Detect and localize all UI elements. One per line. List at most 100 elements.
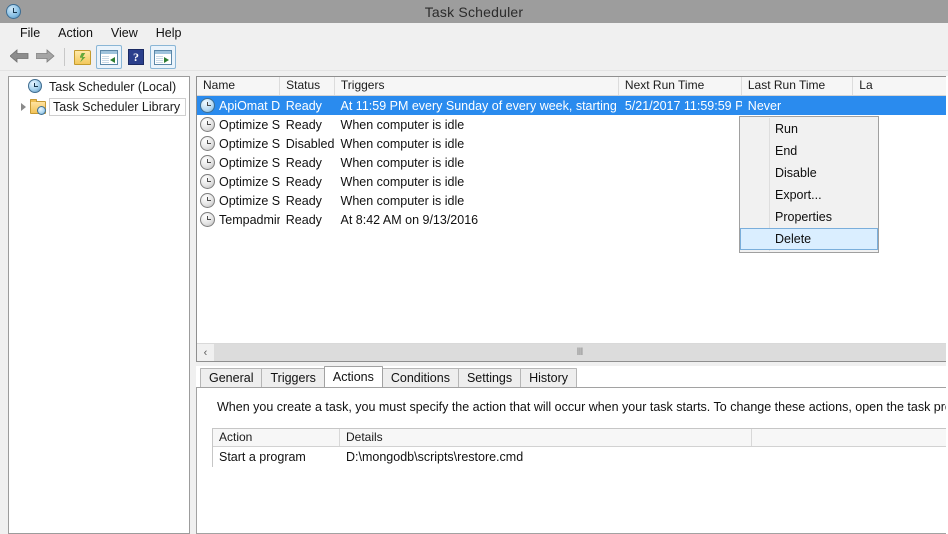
tab-general[interactable]: General [200, 368, 263, 387]
column-header-last-run-time[interactable]: Last Run Time [742, 77, 854, 95]
properties-button[interactable] [70, 46, 94, 68]
menu-action[interactable]: Action [49, 24, 102, 43]
cell-name: Tempadmin [197, 212, 280, 227]
clock-icon [28, 79, 44, 95]
context-menu-item-disable[interactable]: Disable [740, 162, 878, 184]
cell-status: Ready [285, 212, 322, 227]
context-menu-item-run[interactable]: Run [740, 118, 878, 140]
cell-triggers: When computer is idle [340, 174, 465, 189]
column-header-triggers[interactable]: Triggers [335, 77, 619, 95]
cell-triggers: When computer is idle [340, 193, 465, 208]
cell-triggers: At 8:42 AM on 9/13/2016 [340, 212, 479, 227]
cell-name: ApiOmat DB... [197, 98, 280, 113]
help-button[interactable]: ? [124, 46, 148, 68]
task-name-text: Optimize Sta... [219, 174, 280, 189]
cell-name: Optimize Sta... [197, 193, 280, 208]
show-action-pane-button[interactable] [150, 45, 176, 69]
toolbar-separator [64, 48, 65, 66]
context-menu-item-properties[interactable]: Properties [740, 206, 878, 228]
task-name-text: ApiOmat DB... [219, 98, 280, 113]
column-header-name[interactable]: Name [197, 77, 281, 95]
column-header-status[interactable]: Status [280, 77, 335, 95]
context-menu: Run End Disable Export... Properties Del… [739, 116, 879, 253]
back-button[interactable] [7, 46, 31, 68]
cell-next-run: 5/21/2017 11:59:59 PM [624, 98, 742, 113]
actions-column-header-filler[interactable] [752, 429, 947, 446]
task-scheduler-window: Task Scheduler File Action View Help ? T… [0, 0, 948, 534]
column-header-next-run-time[interactable]: Next Run Time [619, 77, 742, 95]
forward-button[interactable] [33, 46, 57, 68]
task-clock-icon [200, 117, 215, 132]
menu-help[interactable]: Help [147, 24, 191, 43]
action-pane-icon [154, 49, 172, 65]
cell-triggers: When computer is idle [340, 117, 465, 132]
actions-table: Action Details Start a program D:\mongod… [212, 428, 947, 467]
cell-name: Optimize Sta... [197, 155, 280, 170]
tab-history[interactable]: History [520, 368, 578, 387]
tree-child-expander[interactable] [17, 103, 30, 111]
tree-root-label: Task Scheduler (Local) [49, 80, 177, 94]
tab-triggers[interactable]: Triggers [261, 368, 325, 387]
task-clock-icon [200, 193, 215, 208]
cell-status: Ready [285, 155, 322, 170]
cell-triggers: When computer is idle [340, 136, 465, 151]
left-arrow-icon [8, 48, 29, 66]
cell-status: Ready [285, 174, 322, 189]
task-name-text: Optimize Sta... [219, 136, 280, 151]
show-console-tree-button[interactable] [96, 45, 122, 69]
cell-last-run: Never [747, 98, 782, 113]
menu-view[interactable]: View [102, 24, 147, 43]
context-menu-item-delete[interactable]: Delete [740, 228, 878, 250]
scrollbar-thumb[interactable]: Ⅲ [214, 344, 947, 361]
properties-icon [73, 49, 91, 65]
actions-table-header: Action Details [213, 429, 947, 447]
task-clock-icon [200, 155, 215, 170]
context-menu-item-end[interactable]: End [740, 140, 878, 162]
actions-column-header-action[interactable]: Action [213, 429, 340, 446]
right-arrow-icon [35, 48, 55, 66]
tab-settings[interactable]: Settings [457, 368, 522, 387]
cell-triggers: When computer is idle [340, 155, 465, 170]
actions-tab-content: When you create a task, you must specify… [196, 387, 948, 534]
task-clock-icon [200, 174, 215, 189]
task-list-horizontal-scrollbar[interactable]: ‹ Ⅲ [197, 343, 947, 361]
scrollbar-track[interactable]: Ⅲ [214, 344, 947, 361]
actions-table-row[interactable]: Start a program D:\mongodb\scripts\resto… [213, 447, 947, 467]
task-clock-icon [200, 136, 215, 151]
cell-status: Ready [285, 117, 322, 132]
tree-item-task-scheduler-local[interactable]: Task Scheduler (Local) [9, 77, 189, 97]
task-name-text: Optimize Sta... [219, 117, 280, 132]
details-tabstrip: General Triggers Actions Conditions Sett… [196, 366, 948, 387]
tab-actions[interactable]: Actions [323, 366, 383, 387]
column-header-last-result[interactable]: La [853, 77, 947, 95]
task-name-text: Optimize Sta... [219, 155, 280, 170]
cell-name: Optimize Sta... [197, 174, 280, 189]
cell-status: Ready [285, 193, 322, 208]
cell-status: Ready [285, 98, 322, 113]
tab-conditions[interactable]: Conditions [381, 368, 459, 387]
window-titlebar: Task Scheduler [0, 0, 948, 23]
cell-triggers: At 11:59 PM every Sunday of every week, … [340, 98, 619, 113]
actions-cell-details: D:\mongodb\scripts\restore.cmd [346, 450, 524, 464]
scroll-left-button[interactable]: ‹ [197, 344, 214, 361]
console-tree-icon [100, 49, 118, 65]
help-icon: ? [128, 49, 144, 65]
actions-column-header-details[interactable]: Details [340, 429, 752, 446]
task-name-text: Optimize Sta... [219, 193, 280, 208]
task-list-header: Name Status Triggers Next Run Time Last … [197, 77, 947, 96]
cell-name: Optimize Sta... [197, 117, 280, 132]
menu-bar: File Action View Help [0, 23, 948, 44]
cell-name: Optimize Sta... [197, 136, 280, 151]
menu-file[interactable]: File [11, 24, 49, 43]
actions-description: When you create a task, you must specify… [217, 400, 947, 414]
actions-cell-action: Start a program [219, 450, 306, 464]
task-name-text: Tempadmin [219, 212, 280, 227]
table-row[interactable]: ApiOmat DB... Ready At 11:59 PM every Su… [197, 96, 947, 115]
folder-clock-icon [30, 99, 46, 115]
cell-status: Disabled [285, 136, 335, 151]
task-clock-icon [200, 98, 215, 113]
tree-item-task-scheduler-library[interactable]: Task Scheduler Library [9, 97, 189, 117]
context-menu-item-export[interactable]: Export... [740, 184, 878, 206]
task-clock-icon [200, 212, 215, 227]
tree-child-label: Task Scheduler Library [49, 98, 187, 116]
